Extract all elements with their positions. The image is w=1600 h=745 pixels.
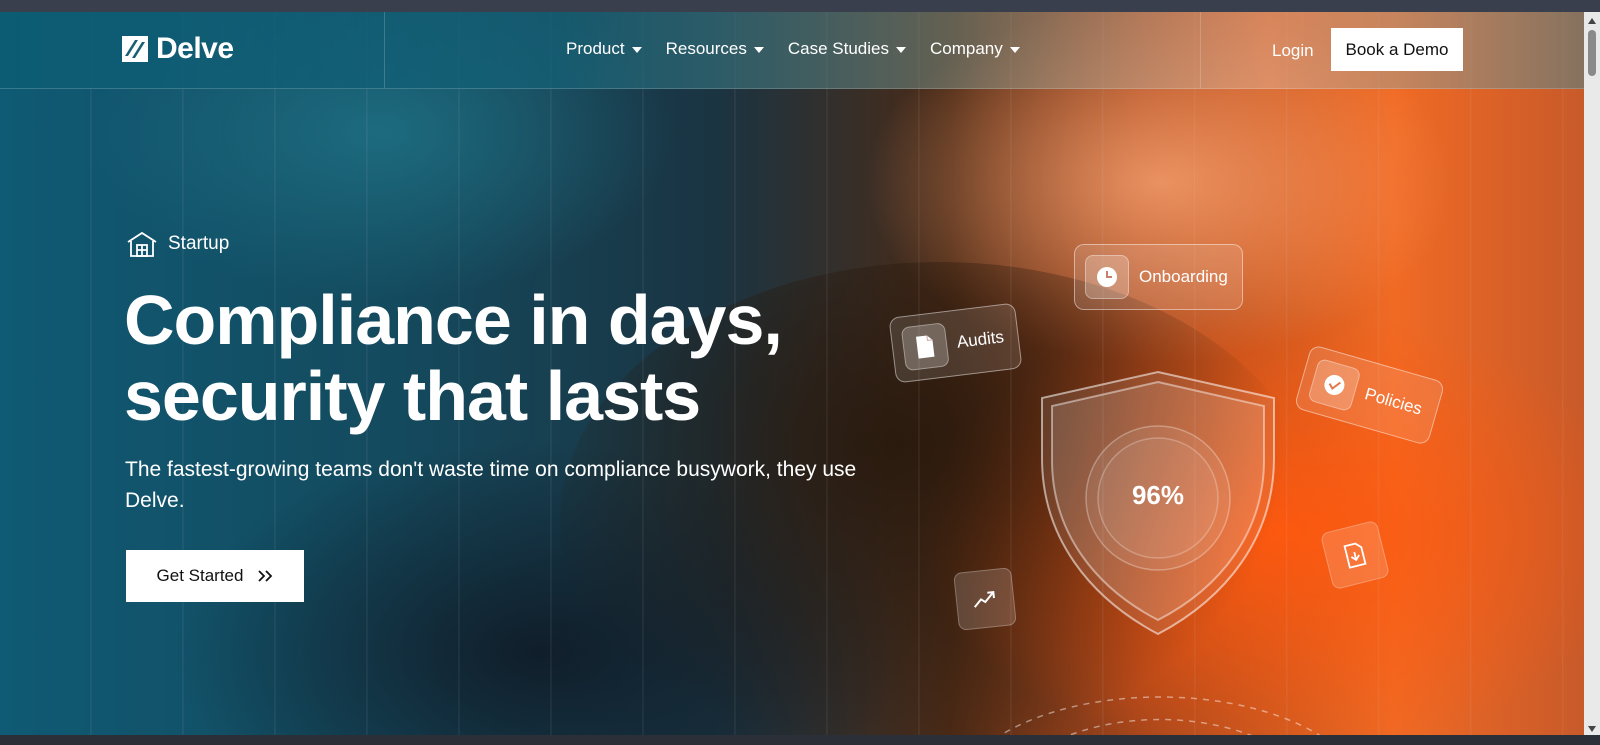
- get-started-button[interactable]: Get Started: [126, 550, 304, 602]
- browser-bottom-strip: [0, 735, 1600, 745]
- chevron-down-icon: [753, 47, 764, 53]
- brand-logo-icon: [122, 36, 148, 62]
- scroll-down-arrow-icon[interactable]: [1588, 726, 1596, 732]
- onboarding-card: Onboarding: [1074, 244, 1243, 310]
- policies-card: Policies: [1293, 344, 1446, 446]
- segment-badge-label: Startup: [168, 233, 230, 254]
- get-started-label: Get Started: [156, 566, 244, 585]
- headline-line-2: security that lasts: [124, 357, 701, 435]
- browser-top-strip: [0, 0, 1600, 12]
- audits-card-label: Audits: [955, 327, 1005, 352]
- segment-badge: Startup: [126, 230, 229, 258]
- hero-headline: Compliance in days, security that lasts: [124, 282, 884, 434]
- menu-item-resources[interactable]: Resources: [666, 39, 764, 59]
- top-navigation: Delve Product Resources Case Studies Com…: [0, 12, 1584, 89]
- chevron-down-icon: [1009, 47, 1020, 53]
- scroll-up-arrow-icon[interactable]: [1588, 18, 1596, 24]
- check-icon: [1307, 357, 1362, 413]
- headline-line-1: Compliance in days,: [124, 281, 783, 359]
- brand-name: Delve: [156, 32, 234, 65]
- policies-card-label: Policies: [1362, 384, 1425, 419]
- hero-subheadline: The fastest-growing teams don't waste ti…: [125, 458, 857, 512]
- hero-section: Delve Product Resources Case Studies Com…: [0, 12, 1584, 735]
- menu-item-product[interactable]: Product: [566, 39, 642, 59]
- nav-divider-left: [384, 12, 385, 88]
- page-scrollbar[interactable]: [1584, 12, 1600, 735]
- scrollbar-thumb[interactable]: [1588, 30, 1596, 76]
- onboarding-card-label: Onboarding: [1139, 267, 1228, 286]
- menu-item-label: Case Studies: [787, 39, 889, 58]
- login-link[interactable]: Login: [1272, 41, 1314, 61]
- menu-item-case-studies[interactable]: Case Studies: [788, 39, 906, 59]
- file-download-icon: [1319, 519, 1391, 591]
- audits-card: Audits: [888, 302, 1023, 384]
- menu-item-company[interactable]: Company: [930, 39, 1020, 59]
- compliance-score: 96%: [1131, 480, 1185, 510]
- book-demo-button[interactable]: Book a Demo: [1331, 28, 1463, 71]
- main-menu: Product Resources Case Studies Company: [566, 39, 1020, 59]
- nav-divider-right: [1200, 12, 1201, 88]
- menu-item-label: Resources: [665, 39, 747, 58]
- clock-icon: [1085, 255, 1129, 299]
- menu-item-label: Company: [929, 39, 1003, 58]
- decorative-arcs: [999, 696, 1321, 735]
- trend-up-icon: [953, 567, 1017, 631]
- building-icon: [127, 231, 157, 257]
- menu-item-label: Product: [566, 39, 625, 58]
- brand-logo-link[interactable]: Delve: [122, 32, 234, 66]
- chevron-down-icon: [631, 47, 642, 53]
- document-icon: [900, 322, 950, 372]
- chevron-down-icon: [895, 47, 906, 53]
- double-chevron-right-icon: [258, 570, 273, 582]
